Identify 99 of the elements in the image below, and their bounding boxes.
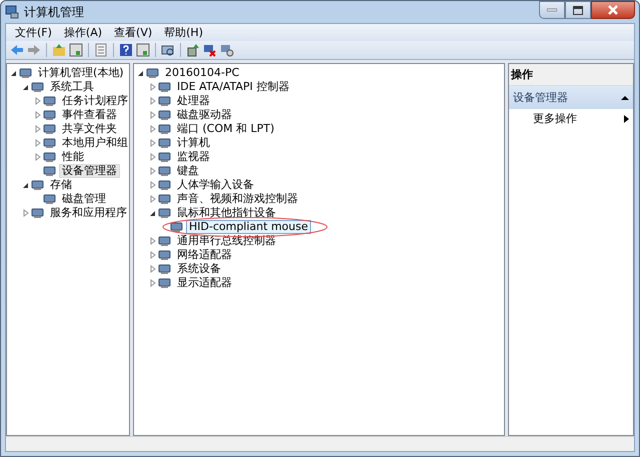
tree-item[interactable]: 磁盘驱动器 xyxy=(174,108,235,122)
folder-up-icon[interactable] xyxy=(52,43,66,57)
expand-arrow-icon[interactable] xyxy=(148,82,158,92)
expand-arrow-icon[interactable] xyxy=(148,96,158,106)
menu-item[interactable]: 操作(A) xyxy=(58,25,108,40)
tree-item[interactable]: 键盘 xyxy=(174,164,202,178)
submenu-arrow-icon xyxy=(624,114,629,122)
expand-arrow-icon[interactable] xyxy=(148,166,158,176)
device-icon xyxy=(158,235,171,247)
tree-item[interactable]: 磁盘管理 xyxy=(59,192,109,206)
device-icon xyxy=(170,221,183,233)
expand-arrow-icon[interactable] xyxy=(148,124,158,134)
window-title: 计算机管理 xyxy=(24,4,84,20)
console-node-icon xyxy=(43,151,56,163)
maximize-icon xyxy=(573,6,583,14)
console-node-icon xyxy=(31,179,44,191)
expand-arrow-icon[interactable] xyxy=(33,110,43,120)
console-node-icon xyxy=(31,207,44,219)
expand-arrow-icon[interactable] xyxy=(33,152,43,162)
device-icon xyxy=(158,249,171,261)
device-icon xyxy=(158,263,171,275)
device-icon xyxy=(158,207,171,219)
device-icon xyxy=(158,179,171,191)
update-driver-icon[interactable] xyxy=(186,43,200,57)
console-node-icon xyxy=(43,123,56,135)
device-icon xyxy=(158,81,171,93)
console-node-icon xyxy=(43,193,56,205)
expand-arrow-icon[interactable] xyxy=(148,110,158,120)
expand-arrow-icon[interactable] xyxy=(148,194,158,204)
console-node-icon xyxy=(31,81,44,93)
expand-arrow-icon[interactable] xyxy=(33,124,43,134)
properties-icon[interactable] xyxy=(94,43,108,57)
expand-arrow-icon[interactable] xyxy=(148,250,158,260)
tree-item[interactable]: 事件查看器 xyxy=(59,108,120,122)
tree-item[interactable]: 20160104-PC xyxy=(162,66,242,80)
device-icon xyxy=(158,277,171,289)
menu-item[interactable]: 文件(F) xyxy=(10,25,57,40)
expand-arrow-icon[interactable] xyxy=(148,278,158,288)
device-icon xyxy=(158,137,171,149)
tree-item[interactable]: HID-compliant mouse xyxy=(186,220,311,234)
console-node-icon xyxy=(43,137,56,149)
expand-arrow-icon[interactable] xyxy=(21,208,31,218)
tree-item[interactable]: 声音、视频和游戏控制器 xyxy=(174,192,301,206)
help-icon[interactable] xyxy=(119,43,133,57)
tree-item[interactable]: 本地用户和组 xyxy=(59,136,129,150)
window-view-icon[interactable] xyxy=(136,43,150,57)
tree-item[interactable]: 性能 xyxy=(59,150,87,164)
tree-item[interactable]: 服务和应用程序 xyxy=(47,206,129,220)
scan-hardware-icon[interactable] xyxy=(161,43,175,57)
device-icon xyxy=(158,151,171,163)
tree-item[interactable]: 任务计划程序 xyxy=(59,94,129,108)
console-tree-icon[interactable] xyxy=(69,43,83,57)
device-icon xyxy=(158,95,171,107)
close-icon xyxy=(607,5,619,15)
tree-item[interactable]: IDE ATA/ATAPI 控制器 xyxy=(174,80,292,94)
expand-arrow-icon[interactable] xyxy=(33,96,43,106)
tree-item[interactable]: 计算机 xyxy=(174,136,213,150)
minimize-icon xyxy=(547,8,557,12)
tree-item[interactable]: 系统设备 xyxy=(174,262,224,276)
tree-item[interactable]: 网络适配器 xyxy=(174,248,235,262)
expand-arrow-icon[interactable] xyxy=(33,138,43,148)
console-node-icon xyxy=(43,109,56,121)
device-icon xyxy=(158,165,171,177)
uninstall-icon[interactable] xyxy=(203,43,217,57)
tree-item[interactable]: 监视器 xyxy=(174,150,213,164)
back-arrow-icon[interactable] xyxy=(10,43,24,57)
disable-device-icon[interactable] xyxy=(220,43,234,57)
menu-item[interactable]: 帮助(H) xyxy=(159,25,208,40)
tree-item[interactable]: 端口 (COM 和 LPT) xyxy=(174,122,278,136)
tree-item[interactable]: 处理器 xyxy=(174,94,213,108)
expand-arrow-icon[interactable] xyxy=(148,180,158,190)
expand-arrow-icon[interactable] xyxy=(148,138,158,148)
device-icon xyxy=(158,123,171,135)
tree-item[interactable]: 设备管理器 xyxy=(59,164,120,178)
console-node-icon xyxy=(43,95,56,107)
console-node-icon xyxy=(19,67,32,79)
action-item[interactable]: 更多操作 xyxy=(509,109,633,128)
tree-item[interactable]: 共享文件夹 xyxy=(59,122,120,136)
maximize-button[interactable] xyxy=(565,1,591,19)
device-icon xyxy=(158,109,171,121)
device-icon xyxy=(146,67,159,79)
tree-item[interactable]: 计算机管理(本地) xyxy=(35,66,127,80)
actions-header: 操作 xyxy=(509,64,633,86)
menu-item[interactable]: 查看(V) xyxy=(109,25,158,40)
tree-item[interactable]: 鼠标和其他指针设备 xyxy=(174,206,279,220)
console-node-icon xyxy=(43,165,56,177)
expand-arrow-icon[interactable] xyxy=(148,152,158,162)
tree-item[interactable]: 显示适配器 xyxy=(174,276,235,290)
actions-section[interactable]: 设备管理器 xyxy=(509,86,633,109)
collapse-caret-icon[interactable] xyxy=(621,94,629,100)
expand-arrow-icon[interactable] xyxy=(148,236,158,246)
computer-management-icon xyxy=(5,5,19,19)
close-button[interactable] xyxy=(591,1,635,19)
expand-arrow-icon[interactable] xyxy=(148,264,158,274)
device-icon xyxy=(158,193,171,205)
forward-arrow-icon[interactable] xyxy=(27,43,41,57)
tree-item[interactable]: 系统工具 xyxy=(47,80,97,94)
tree-item[interactable]: 人体学输入设备 xyxy=(174,178,257,192)
tree-item[interactable]: 存储 xyxy=(47,178,75,192)
